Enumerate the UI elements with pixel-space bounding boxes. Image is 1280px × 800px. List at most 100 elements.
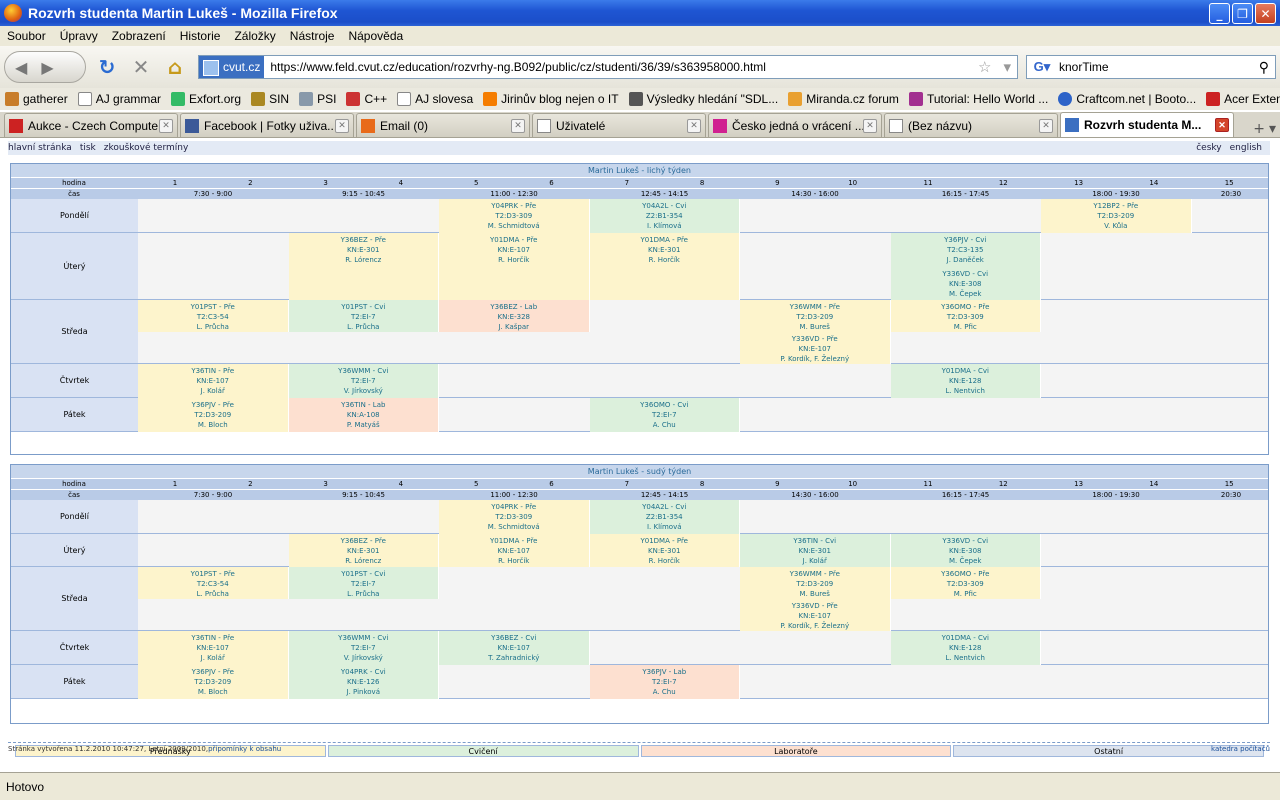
search-icon[interactable]: ⚲ [1253, 59, 1275, 76]
department-link[interactable]: katedra počítačů [1211, 745, 1270, 754]
class-cell[interactable]: Y04A2L - Cvi Z2:B1-354 I. Klímová [589, 199, 740, 233]
class-cell[interactable]: Y04A2L - Cvi Z2:B1-354 I. Klímová [589, 500, 740, 534]
class-cell[interactable]: Y336VD - Pře KN:E-107 P. Kordík, F. Železn… [740, 599, 891, 631]
class-cell[interactable]: Y36OMO - Pře T2:D3-309 M. Pfic [890, 300, 1041, 332]
class-cell[interactable]: Y01DMA - Pře KN:E-107 R. Horčík [439, 233, 590, 300]
czech-language-link[interactable]: česky [1196, 143, 1221, 153]
bookmark-item[interactable]: Výsledky hledání "SDL... [624, 92, 784, 106]
class-cell[interactable]: Y04PRK - Cvi KN:E-126 J. Pinková [288, 665, 439, 699]
class-cell[interactable]: Y36BEZ - Cvi KN:E-107 T. Zahradnický [439, 631, 590, 665]
bookmark-item[interactable]: Craftcom.net | Booto... [1053, 92, 1201, 106]
bookmark-item[interactable]: PSI [294, 92, 341, 106]
menu-view[interactable]: Zobrazení [105, 29, 173, 43]
bookmark-item[interactable]: C++ [341, 92, 392, 106]
bookmark-item[interactable]: Acer Extensa 7630EZ-... [1201, 92, 1280, 106]
class-cell[interactable]: Y36WMM - Cvi T2:EI-7 V. Jírkovský [288, 631, 439, 665]
stop-icon[interactable]: ✕ [128, 54, 154, 80]
class-cell[interactable]: Y01PST - Cvi T2:EI-7 L. Průcha [288, 300, 439, 332]
class-cell[interactable]: Y04PRK - Pře T2:D3-309 M. Schmidtová [439, 500, 590, 534]
tab[interactable]: (Bez názvu) ✕ [884, 113, 1058, 137]
search-input[interactable]: knorTime [1057, 60, 1253, 74]
bookmark-item[interactable]: gatherer [0, 92, 73, 106]
teacher: J. Kašpar [498, 323, 530, 331]
class-cell[interactable]: Y36WMM - Cvi T2:EI-7 V. Jírkovský [288, 364, 439, 398]
class-cell[interactable]: Y01DMA - Pře KN:E-301 R. Horčík [589, 534, 740, 567]
tab-active[interactable]: Rozvrh studenta M... ✕ [1060, 112, 1234, 137]
close-tab-icon[interactable]: ✕ [159, 118, 173, 133]
class-cell[interactable]: Y36TIN - Lab KN:A-108 P. Matyáš [288, 398, 439, 432]
reload-icon[interactable]: ↻ [94, 54, 120, 80]
menu-help[interactable]: Nápověda [341, 29, 410, 43]
class-cell[interactable]: Y01DMA - Cvi KN:E-128 L. Nentvich [890, 631, 1041, 665]
class-cell[interactable]: Y01PST - Cvi T2:EI-7 L. Průcha [288, 567, 439, 599]
class-cell[interactable]: Y36WMM - Pře T2:D3-209 M. Bureš [740, 300, 891, 332]
tab[interactable]: Facebook | Fotky uživa... ✕ [180, 113, 354, 137]
back-arrow-icon[interactable]: ◀ [15, 58, 27, 77]
tab[interactable]: Uživatelé ✕ [532, 113, 706, 137]
class-cell[interactable]: Y36PJV - Lab T2:EI-7 A. Chu [589, 665, 740, 699]
address-bar[interactable]: cvut.cz https://www.feld.cvut.cz/educati… [198, 55, 1018, 79]
english-language-link[interactable]: english [1230, 143, 1262, 153]
bookmark-item[interactable]: Jirinův blog nejen o IT [478, 92, 623, 106]
menu-bookmarks[interactable]: Záložky [227, 29, 282, 43]
bookmark-item[interactable]: Miranda.cz forum [783, 92, 904, 106]
class-cell[interactable]: Y01DMA - Pře KN:E-107 R. Horčík [439, 534, 590, 567]
bookmark-item[interactable]: AJ slovesa [392, 92, 478, 106]
menu-file[interactable]: Soubor [0, 29, 53, 43]
class-cell[interactable]: Y01DMA - Cvi KN:E-128 L. Nentvich [890, 364, 1041, 398]
class-cell[interactable]: Y36BEZ - Lab KN:E-328 J. Kašpar [439, 300, 590, 332]
home-link[interactable]: hlavní stránka [8, 143, 72, 153]
class-cell[interactable]: Y36TIN - Pře KN:E-107 J. Kolář [138, 631, 289, 665]
bookmark-star-icon[interactable]: ☆ [972, 58, 997, 76]
close-button[interactable]: ✕ [1255, 3, 1276, 24]
url-text[interactable]: https://www.feld.cvut.cz/education/rozvr… [264, 60, 972, 74]
close-tab-icon[interactable]: ✕ [1215, 118, 1229, 132]
bookmark-item[interactable]: SIN [246, 92, 294, 106]
close-tab-icon[interactable]: ✕ [335, 118, 349, 133]
class-cell[interactable]: Y01PST - Pře T2:C3-54 L. Průcha [138, 300, 289, 332]
google-icon[interactable]: G▾ [1027, 56, 1057, 78]
menu-edit[interactable]: Úpravy [53, 29, 105, 43]
class-cell[interactable]: Y36OMO - Pře T2:D3-309 M. Pfic [890, 567, 1041, 599]
class-cell[interactable]: Y336VD - Cvi KN:E-308 M. Čepek [890, 266, 1041, 300]
tab-list-icon[interactable]: ▾ [1269, 121, 1276, 137]
class-cell[interactable]: Y36OMO - Cvi T2:EI-7 A. Chu [589, 398, 740, 432]
print-link[interactable]: tisk [80, 143, 96, 153]
maximize-button[interactable]: ❐ [1232, 3, 1253, 24]
class-cell[interactable]: Y36PJV - Pře T2:D3-209 M. Bloch [138, 398, 289, 432]
class-cell[interactable]: Y336VD - Cvi KN:E-308 M. Čepek [890, 534, 1041, 567]
close-tab-icon[interactable]: ✕ [1039, 118, 1053, 133]
class-cell[interactable]: Y04PRK - Pře T2:D3-309 M. Schmidtová [439, 199, 590, 233]
site-identity-button[interactable]: cvut.cz [199, 56, 265, 78]
class-cell[interactable]: Y36TIN - Pře KN:E-107 J. Kolář [138, 364, 289, 398]
forward-arrow-icon[interactable]: ▶ [41, 58, 53, 77]
class-cell[interactable]: Y36PJV - Cvi T2:C3-135 J. Daněček [890, 233, 1041, 267]
feedback-link[interactable]: připomínky k obsahu [208, 745, 281, 754]
close-tab-icon[interactable]: ✕ [687, 118, 701, 133]
class-cell[interactable]: Y36BEZ - Pře KN:E-301 R. Lórencz [288, 233, 439, 300]
url-dropdown-icon[interactable]: ▾ [997, 58, 1017, 76]
home-icon[interactable]: ⌂ [162, 54, 188, 80]
bookmark-item[interactable]: Exfort.org [166, 92, 246, 106]
bookmark-item[interactable]: Tutorial: Hello World ... [904, 92, 1053, 106]
class-cell[interactable]: Y36TIN - Cvi KN:E-301 J. Kolář [740, 534, 891, 567]
tab[interactable]: Aukce - Czech Compute... ✕ [4, 113, 178, 137]
search-box[interactable]: G▾ knorTime ⚲ [1026, 55, 1276, 79]
minimize-button[interactable]: _ [1209, 3, 1230, 24]
close-tab-icon[interactable]: ✕ [511, 118, 525, 133]
menu-tools[interactable]: Nástroje [283, 29, 342, 43]
class-cell[interactable]: Y36WMM - Pře T2:D3-209 M. Bureš [740, 567, 891, 599]
tab[interactable]: Email (0) ✕ [356, 113, 530, 137]
class-cell[interactable]: Y01PST - Pře T2:C3-54 L. Průcha [138, 567, 289, 599]
class-cell[interactable]: Y36PJV - Pře T2:D3-209 M. Bloch [138, 665, 289, 699]
exams-link[interactable]: zkouškové termíny [104, 143, 189, 153]
class-cell[interactable]: Y12BP2 - Pře T2:D3-209 V. Kůla [1041, 199, 1192, 233]
class-cell[interactable]: Y336VD - Pře KN:E-107 P. Kordík, F. Železn… [740, 332, 891, 364]
bookmark-item[interactable]: AJ grammar [73, 92, 166, 106]
tab[interactable]: Česko jedná o vrácení ... ✕ [708, 113, 882, 137]
close-tab-icon[interactable]: ✕ [863, 118, 877, 133]
new-tab-icon[interactable]: + [1253, 121, 1265, 137]
menu-history[interactable]: Historie [173, 29, 228, 43]
class-cell[interactable]: Y01DMA - Pře KN:E-301 R. Horčík [589, 233, 740, 300]
class-cell[interactable]: Y36BEZ - Pře KN:E-301 R. Lórencz [288, 534, 439, 567]
